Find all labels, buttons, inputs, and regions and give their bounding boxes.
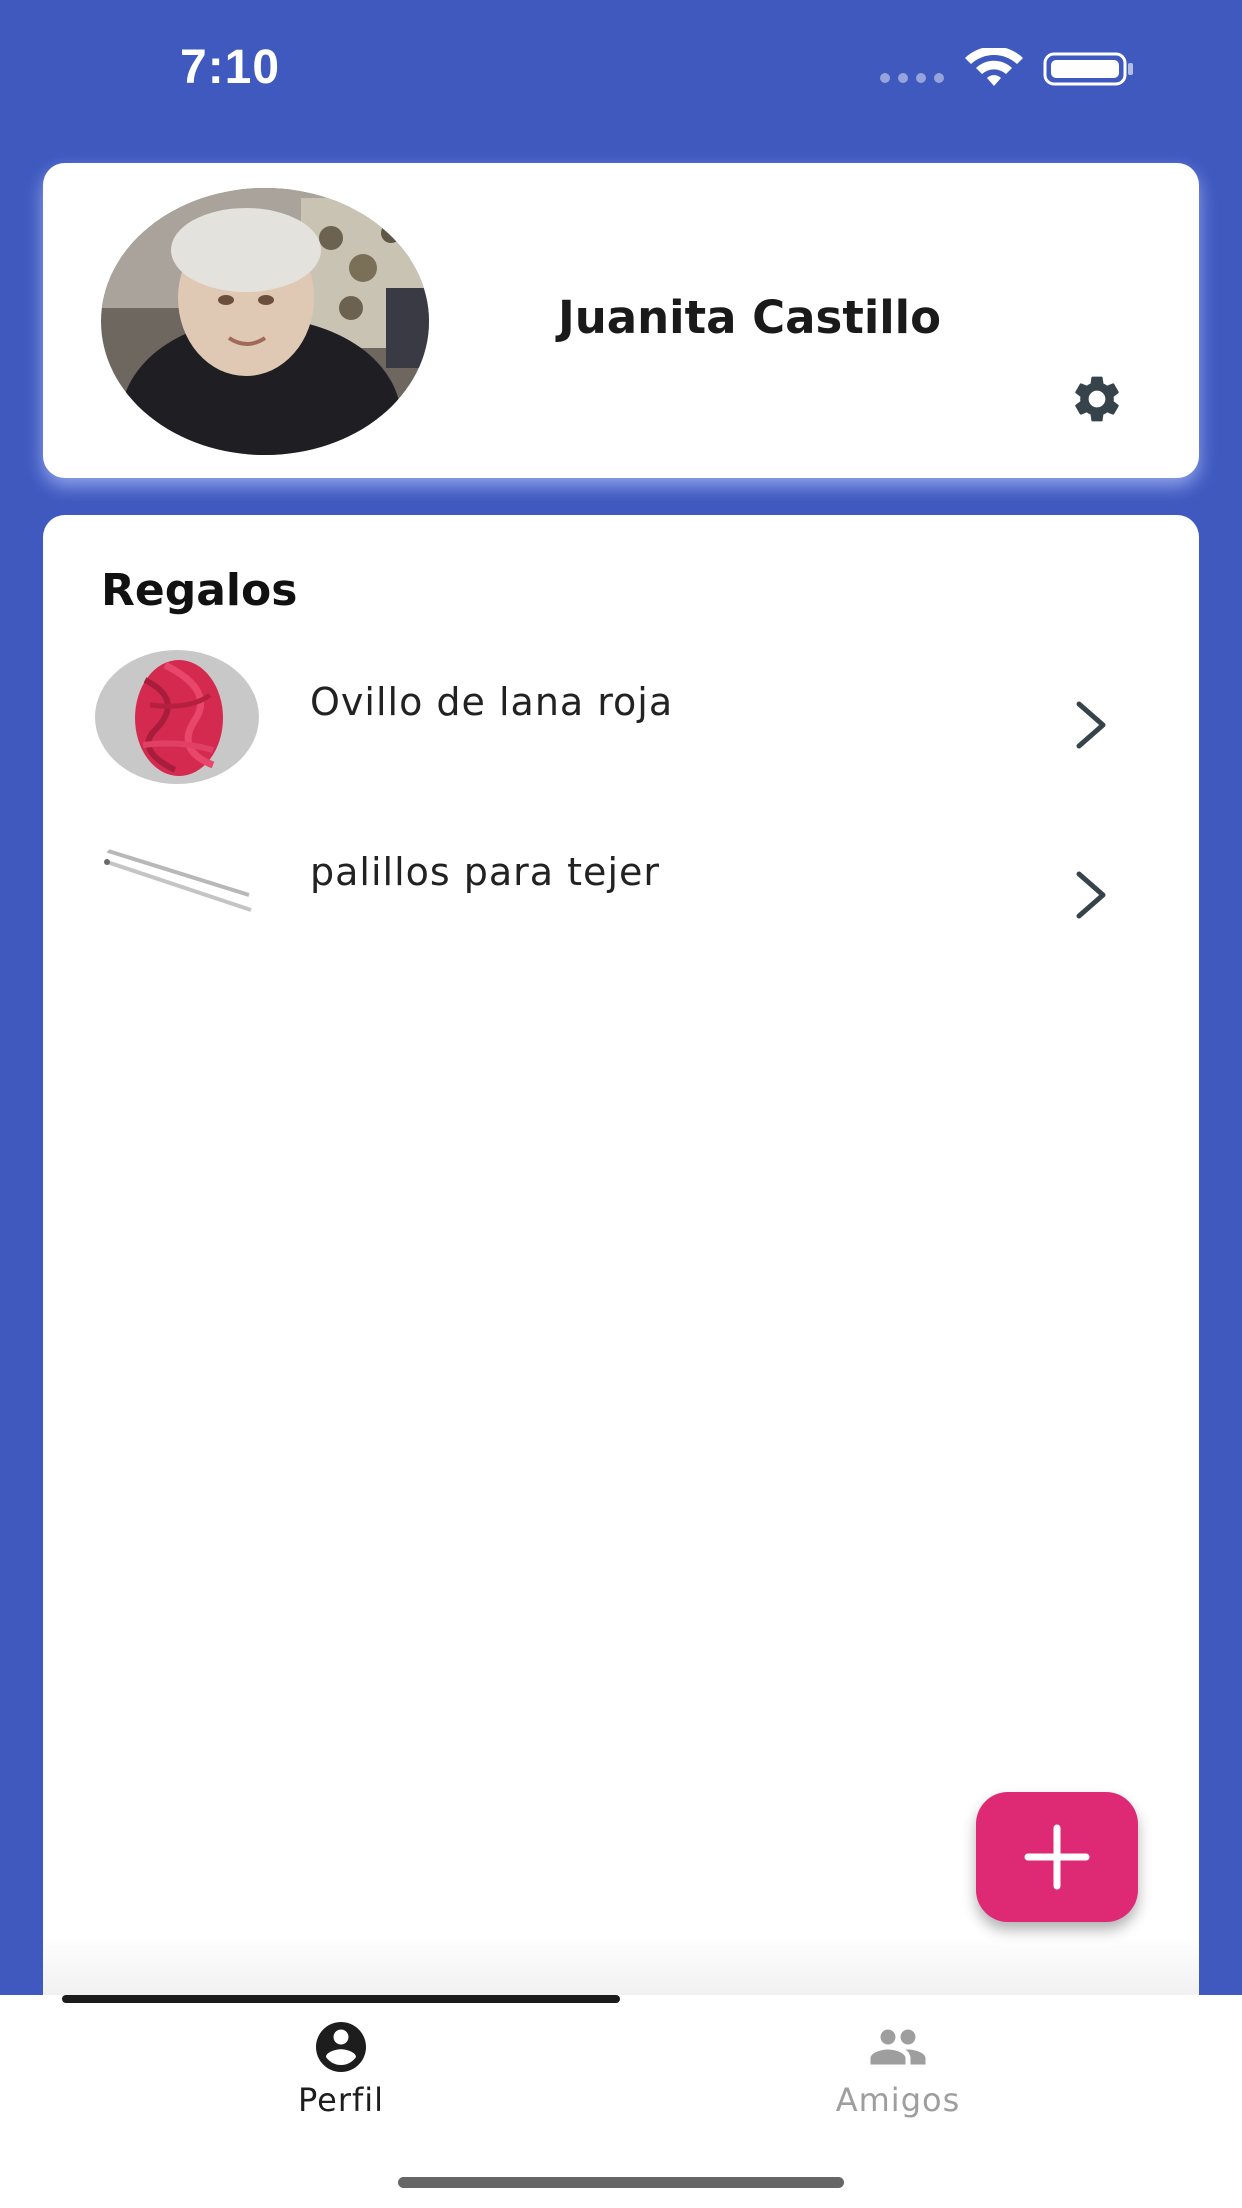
active-tab-indicator bbox=[62, 1995, 620, 2003]
knitting-needles-image bbox=[95, 820, 259, 954]
tab-label: Amigos bbox=[835, 2081, 961, 2119]
list-item[interactable]: palillos para tejer bbox=[43, 820, 1199, 960]
gifts-card: Regalos Ovillo de lana roja palillos par… bbox=[43, 515, 1199, 1995]
battery-icon bbox=[1043, 52, 1133, 86]
section-title: Regalos bbox=[101, 565, 298, 616]
profile-name: Juanita Castillo bbox=[558, 291, 942, 344]
tab-bar: Perfil Amigos bbox=[0, 1995, 1242, 2208]
wifi-icon bbox=[965, 48, 1023, 86]
red-yarn-image bbox=[95, 650, 259, 784]
gift-label: Ovillo de lana roja bbox=[310, 680, 674, 724]
plus-icon bbox=[1024, 1824, 1090, 1890]
tab-label: Perfil bbox=[297, 2081, 385, 2119]
signal-icon bbox=[880, 73, 944, 83]
tab-amigos[interactable]: Amigos bbox=[748, 2017, 1048, 2127]
add-gift-button[interactable] bbox=[976, 1792, 1138, 1922]
chevron-right-icon bbox=[1076, 871, 1106, 919]
list-item[interactable]: Ovillo de lana roja bbox=[43, 650, 1199, 790]
tab-perfil[interactable]: Perfil bbox=[191, 2017, 491, 2127]
avatar[interactable] bbox=[101, 188, 429, 455]
scroll-fade bbox=[43, 1935, 1199, 1995]
status-time: 7:10 bbox=[180, 41, 281, 94]
profile-card: Juanita Castillo bbox=[43, 163, 1199, 478]
chevron-right-icon bbox=[1076, 701, 1106, 749]
gift-label: palillos para tejer bbox=[310, 850, 660, 894]
person-icon bbox=[316, 2022, 366, 2072]
people-icon bbox=[870, 2029, 926, 2065]
status-bar: 7:10 bbox=[0, 0, 1242, 135]
gear-icon[interactable] bbox=[1069, 371, 1125, 427]
home-indicator[interactable] bbox=[398, 2177, 844, 2188]
